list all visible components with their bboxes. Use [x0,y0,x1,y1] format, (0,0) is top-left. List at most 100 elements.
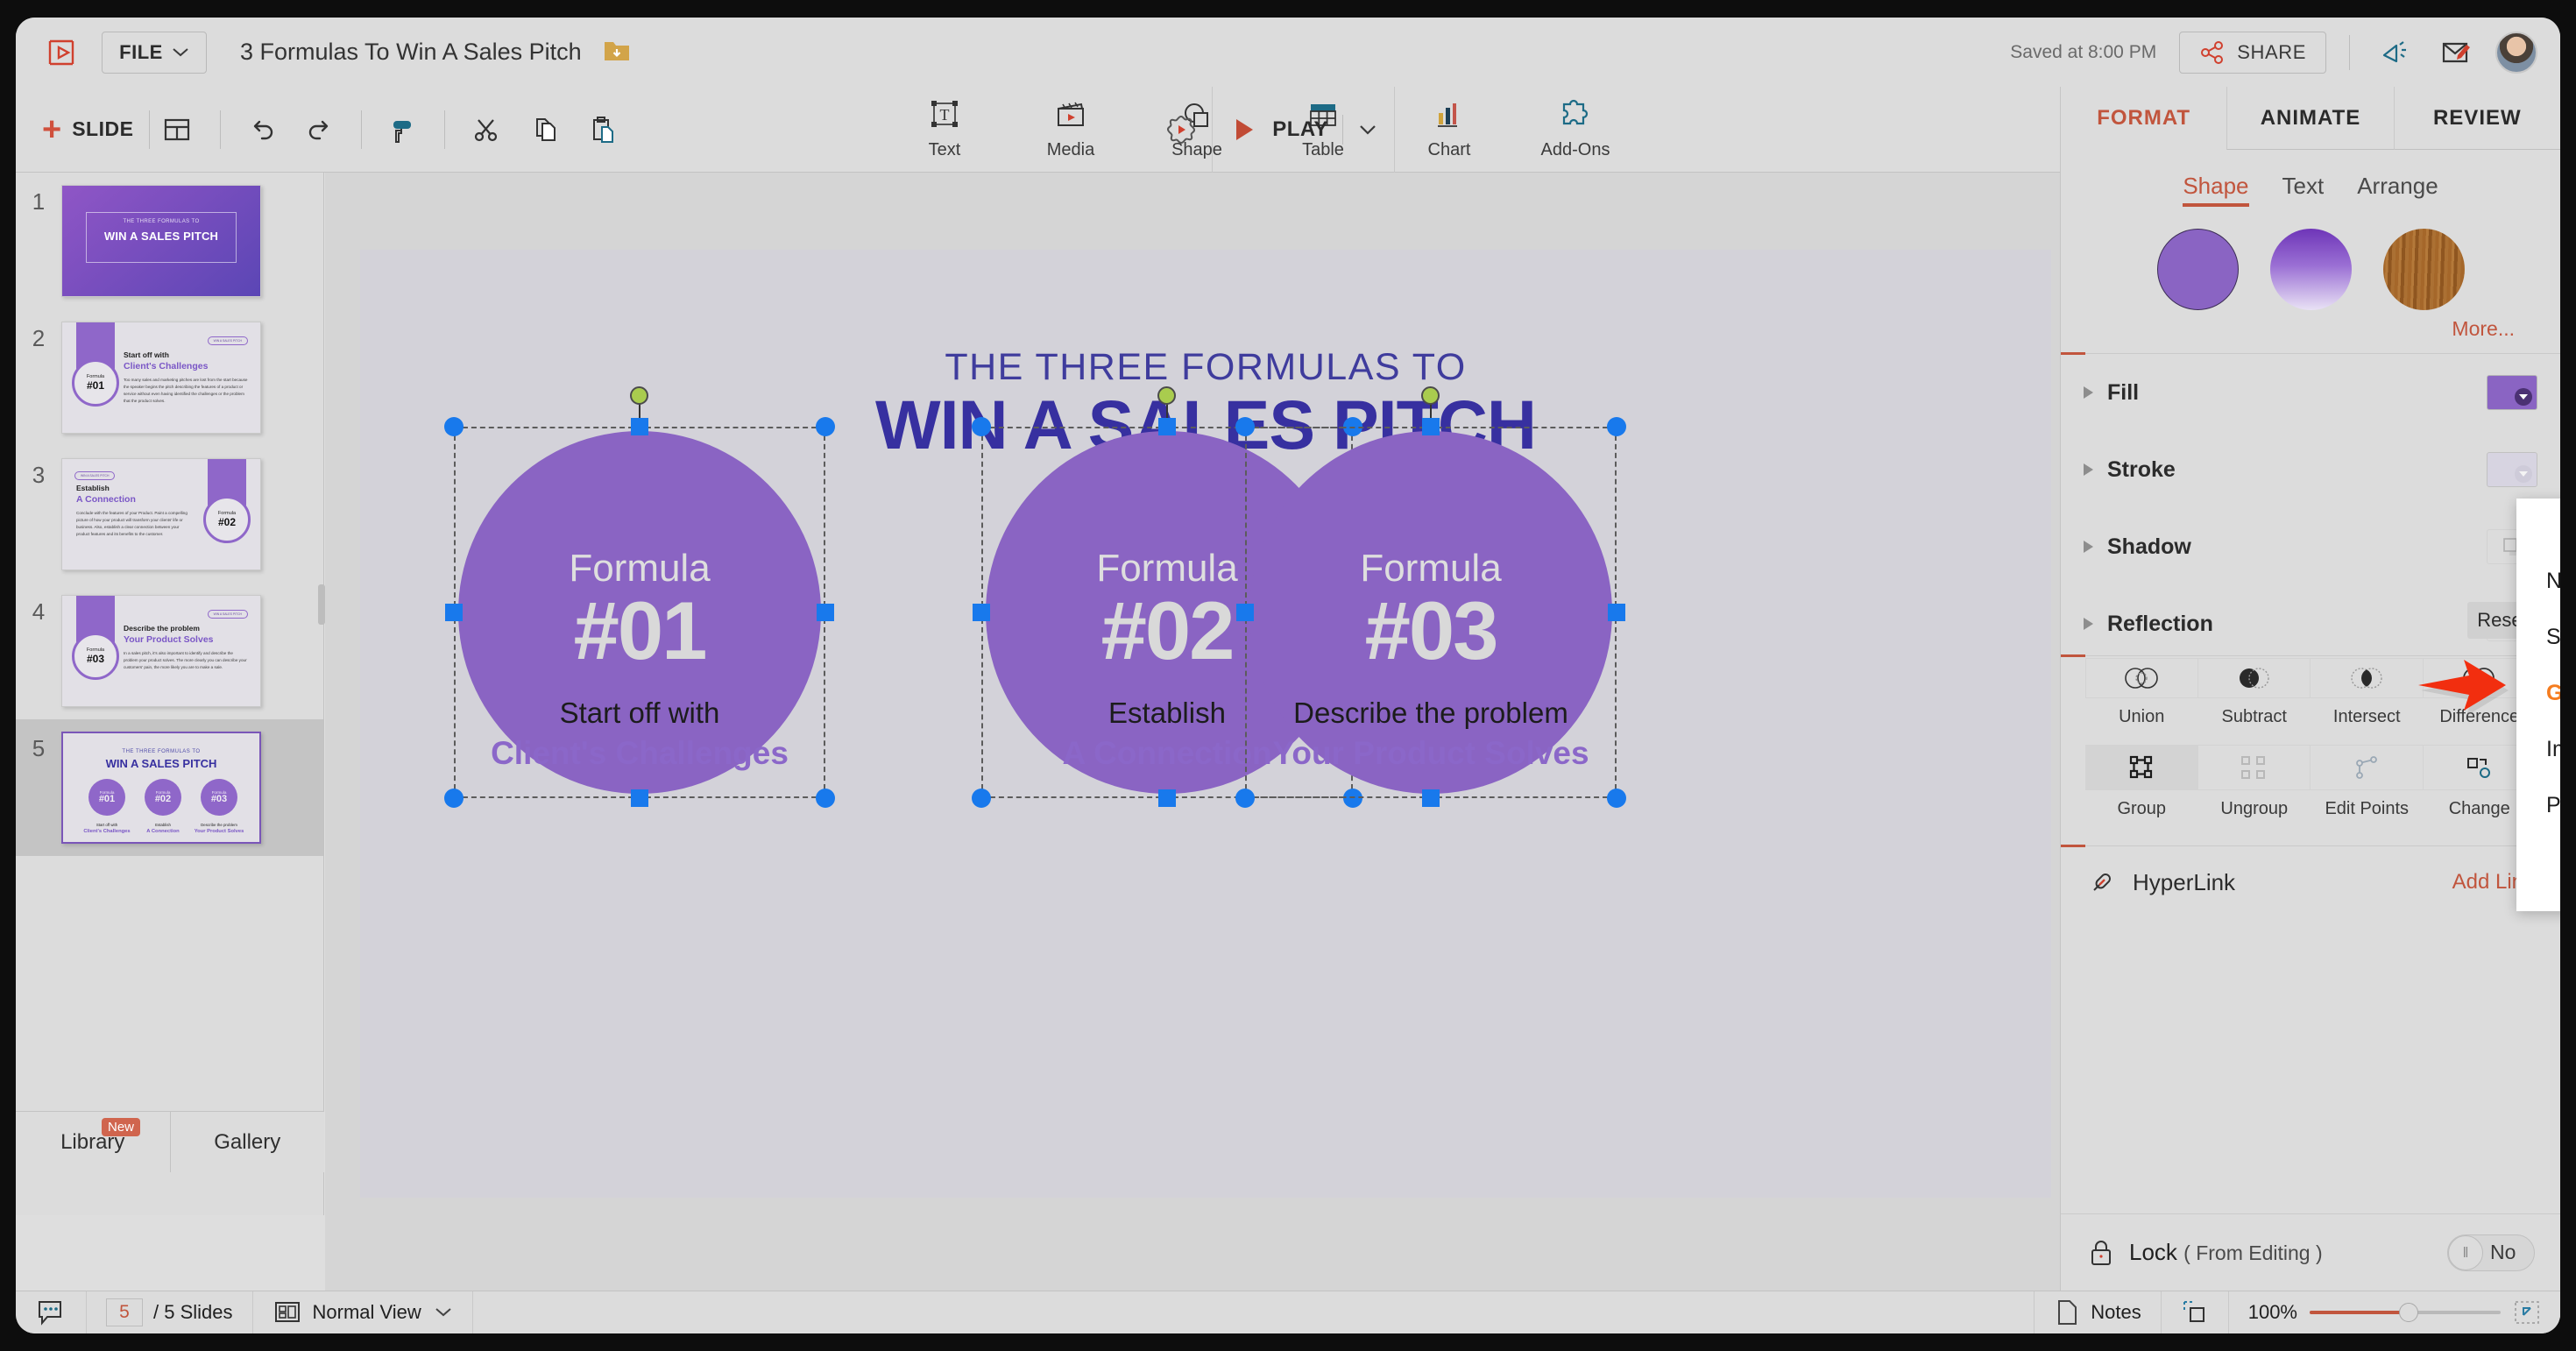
tab-format[interactable]: FORMAT [2061,87,2226,150]
group-button[interactable]: Group [2085,745,2198,819]
slide-thumbnail-5[interactable]: 5 THE THREE FORMULAS TO WIN A SALES PITC… [16,719,323,856]
union-icon[interactable] [2085,658,2198,698]
ungroup-button[interactable]: Ungroup [2197,745,2311,819]
expand-icon[interactable] [2513,1299,2541,1326]
preset-gradient-purple-circle[interactable] [2269,229,2352,310]
slide-subtitle[interactable]: THE THREE FORMULAS TO [360,346,2051,389]
subtract-icon[interactable] [2197,658,2311,698]
group-icon[interactable] [2085,745,2198,790]
rotate-handle[interactable] [1421,386,1440,405]
share-button[interactable]: SHARE [2179,31,2326,74]
slide-thumbnail-preview[interactable]: Formula #01 WIN A SALES PITCH Start off … [61,322,261,434]
lock-toggle[interactable]: ‖ No [2447,1234,2535,1271]
add-slide-button[interactable]: + SLIDE [16,113,149,146]
undo-icon[interactable] [235,103,289,157]
format-panel[interactable]: FORMAT ANIMATE REVIEW Shape Text Arrange… [2060,87,2560,1333]
resize-handle-tl[interactable] [972,417,991,436]
fill-option-image[interactable]: Image [2516,721,2560,777]
resize-handle-bl[interactable] [444,789,464,808]
edit-points-button[interactable]: Edit Points [2311,745,2424,819]
slide-canvas-area[interactable]: THE THREE FORMULAS TO WIN A SALES PITCH … [318,173,2060,1305]
user-avatar[interactable] [2495,31,2537,74]
slide-thumbnail-4[interactable]: 4 Formula #03 WIN A SALES PITCH Describe… [16,583,323,719]
union-button[interactable]: Union [2085,658,2198,727]
insert-media-button[interactable]: Media [1027,98,1115,160]
scissors-icon[interactable] [459,103,513,157]
resize-handle-tr[interactable] [1607,417,1626,436]
expand-triangle-icon[interactable] [2084,386,2093,399]
more-styles-link[interactable]: More... [2061,317,2560,341]
slide-thumbnail-preview[interactable]: Formula #02 WIN A SALES PITCH Establish … [61,458,261,570]
expand-triangle-icon[interactable] [2084,618,2093,630]
fit-to-screen-button[interactable] [2162,1291,2229,1333]
feedback-pen-icon[interactable] [2434,32,2476,74]
resize-handle-tc[interactable] [1158,418,1176,435]
shadow-property-row[interactable]: Shadow [2061,508,2560,585]
expand-triangle-icon[interactable] [2084,463,2093,476]
stroke-color-swatch[interactable] [2487,452,2537,487]
gear-icon[interactable] [1150,87,1212,173]
resize-handle-bc[interactable] [631,789,648,807]
notes-button[interactable]: Notes [2034,1291,2162,1333]
swatch-dropdown-icon[interactable] [2515,388,2532,406]
slide-thumbnail-1[interactable]: 1 THE THREE FORMULAS TO WIN A SALES PITC… [16,173,323,309]
stroke-property-row[interactable]: Stroke [2061,431,2560,508]
rotate-handle[interactable] [1157,386,1176,405]
insert-text-button[interactable]: T Text [901,98,988,160]
shape-caption-1[interactable]: Start off with Client's Challenges [413,697,867,772]
subtab-shape[interactable]: Shape [2183,173,2249,207]
subtab-text[interactable]: Text [2282,173,2325,207]
slide-thumbnail-sidebar[interactable]: 1 THE THREE FORMULAS TO WIN A SALES PITC… [16,173,324,1215]
paint-roller-icon[interactable] [376,103,430,157]
insert-addons-button[interactable]: Add-Ons [1532,98,1619,160]
fill-option-pattern[interactable]: Pattern [2516,777,2560,833]
redo-icon[interactable] [293,103,347,157]
slide-thumbnail-2[interactable]: 2 Formula #01 WIN A SALES PITCH Start of… [16,309,323,446]
zoom-slider-track[interactable] [2310,1303,2501,1322]
fill-type-dropdown-menu[interactable]: None Solid Color Gradient Colors Image P… [2418,499,2560,911]
resize-handle-bc[interactable] [1422,789,1440,807]
resize-handle-tc[interactable] [631,418,648,435]
gallery-tab[interactable]: Gallery [169,1112,325,1172]
play-button[interactable]: PLAY [1212,86,1395,173]
document-title[interactable]: 3 Formulas To Win A Sales Pitch [240,39,582,66]
shape-caption-3[interactable]: Describe the problem Your Product Solves [1204,697,1658,772]
resize-handle-bl[interactable] [1235,789,1255,808]
expand-triangle-icon[interactable] [2084,541,2093,553]
resize-handle-bc[interactable] [1158,789,1176,807]
slide-thumbnail-preview[interactable]: THE THREE FORMULAS TO WIN A SALES PITCH [61,185,261,297]
insert-chart-button[interactable]: Chart [1405,98,1493,160]
swatch-dropdown-icon[interactable] [2515,465,2532,483]
copy-icon[interactable] [517,103,571,157]
preset-wood-texture-circle[interactable] [2382,229,2465,310]
library-tab[interactable]: Library New [16,1112,170,1172]
slide-thumbnail-3[interactable]: 3 Formula #02 WIN A SALES PITCH Establis… [16,446,323,583]
megaphone-icon[interactable] [2373,32,2415,74]
edit-points-icon[interactable] [2311,745,2424,790]
fill-option-none[interactable]: None [2516,553,2560,609]
zoom-slider-knob[interactable] [2399,1303,2419,1322]
view-mode-selector[interactable]: Normal View [253,1291,473,1333]
resize-handle-tl[interactable] [1235,417,1255,436]
ungroup-icon[interactable] [2197,745,2311,790]
page-indicator[interactable]: 5 / 5 Slides [87,1291,253,1333]
resize-handle-ml[interactable] [973,604,990,621]
folder-download-icon[interactable] [603,38,631,67]
intersect-button[interactable]: Intersect [2311,658,2424,727]
layout-icon[interactable] [150,103,204,157]
current-page-input[interactable]: 5 [106,1298,143,1326]
resize-handle-tc[interactable] [1422,418,1440,435]
file-menu-button[interactable]: FILE [102,31,207,74]
resize-handle-bl[interactable] [972,789,991,808]
chevron-down-icon[interactable] [1357,123,1378,137]
canvas-collapse-handle[interactable] [318,584,325,625]
subtract-button[interactable]: Subtract [2197,658,2311,727]
resize-handle-br[interactable] [816,789,835,808]
active-slide[interactable]: THE THREE FORMULAS TO WIN A SALES PITCH … [360,250,2051,1198]
fill-property-row[interactable]: Fill [2061,354,2560,431]
fill-color-swatch[interactable] [2487,375,2537,410]
comments-button[interactable] [16,1291,87,1333]
rotate-handle[interactable] [630,386,648,405]
resize-handle-tl[interactable] [444,417,464,436]
tab-review[interactable]: REVIEW [2393,87,2560,150]
